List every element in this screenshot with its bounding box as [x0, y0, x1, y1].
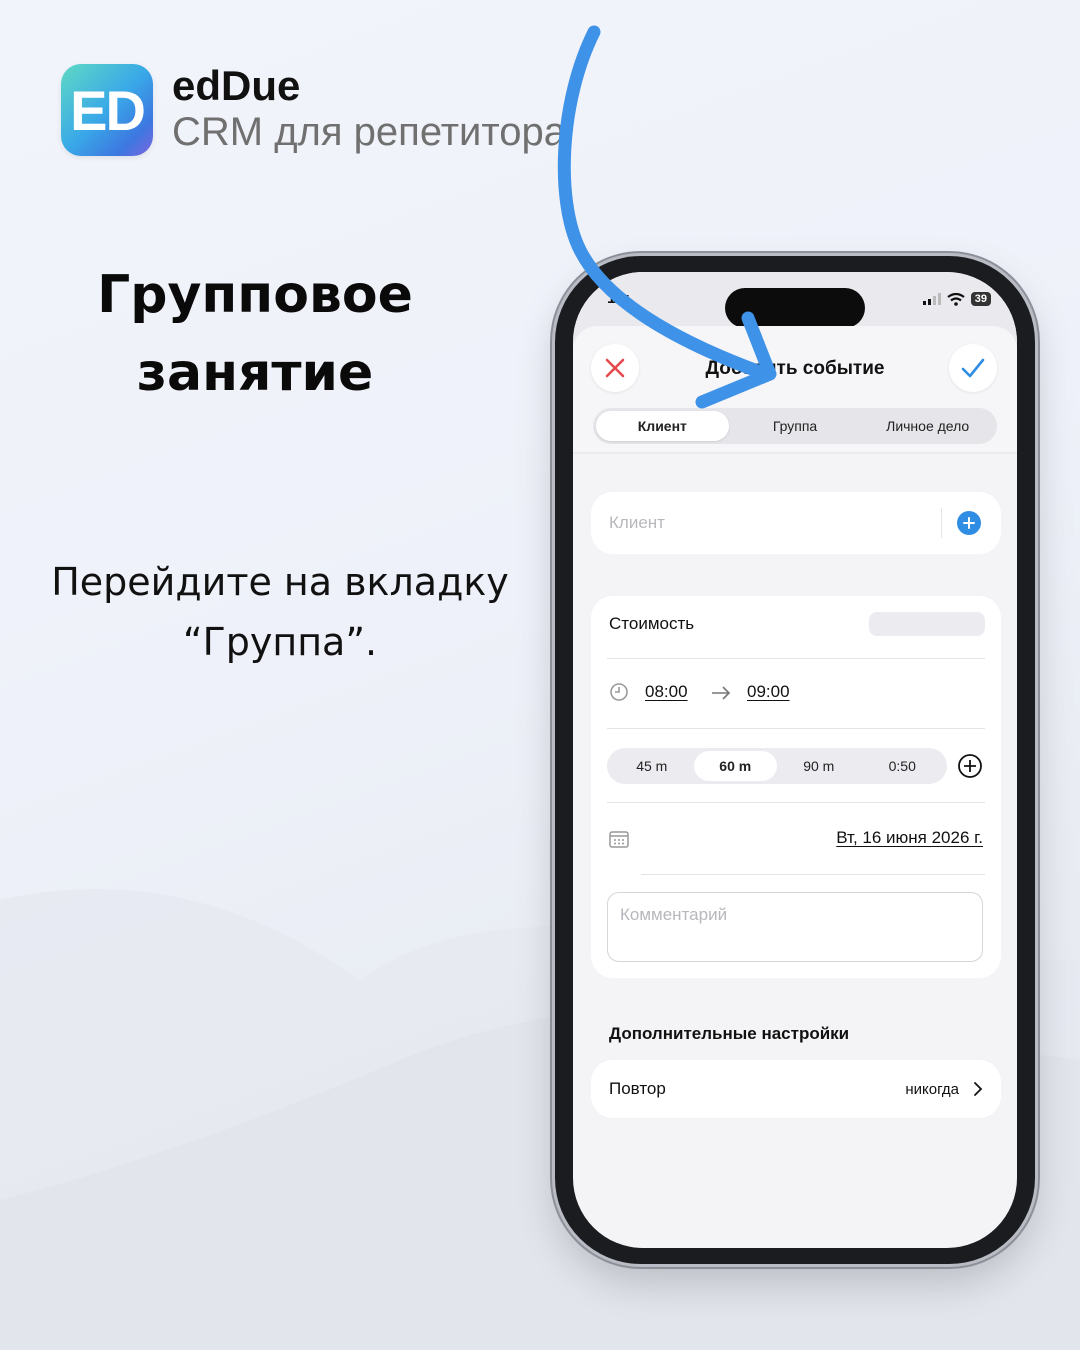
repeat-label: Повтор — [609, 1079, 666, 1098]
headline-line-2: занятие — [136, 343, 374, 403]
confirm-button[interactable] — [949, 344, 997, 392]
check-icon — [961, 358, 985, 378]
comment-field[interactable]: Комментарий — [607, 892, 983, 962]
headline: Групповое занятие — [60, 256, 450, 412]
details-card: Стоимость 08:00 09:00 45 m 60 m 90 m 0:5… — [591, 596, 1001, 978]
chevron-right-icon — [974, 1082, 983, 1096]
logo-text: ED — [70, 78, 146, 142]
add-client-button[interactable] — [957, 511, 981, 535]
brand-tagline: CRM для репетитора — [172, 110, 567, 154]
phone-volume-up — [550, 548, 554, 620]
client-card: Клиент — [591, 492, 1001, 554]
calendar-icon — [609, 831, 629, 848]
event-date[interactable]: Вт, 16 июня 2026 г. — [836, 828, 983, 848]
duration-custom[interactable]: 0:50 — [861, 751, 945, 781]
divider-2 — [607, 728, 985, 729]
event-type-tabs: Клиент Группа Личное дело — [593, 408, 997, 444]
close-icon — [605, 358, 625, 378]
plus-circle-icon — [963, 517, 975, 529]
status-time: 19: — [607, 290, 631, 307]
cost-label: Стоимость — [609, 614, 695, 633]
phone-power-button — [1036, 572, 1040, 686]
instruction-line-2: “Группа”. — [182, 620, 378, 664]
client-separator — [941, 508, 942, 538]
app-logo: ED — [61, 64, 153, 156]
duration-45[interactable]: 45 m — [610, 751, 694, 781]
divider-3 — [607, 802, 985, 803]
divider-4 — [641, 874, 985, 875]
repeat-value: никогда — [905, 1081, 959, 1098]
tab-client[interactable]: Клиент — [596, 411, 729, 441]
comment-placeholder: Комментарий — [620, 905, 728, 924]
clock-icon — [610, 683, 628, 701]
tab-group[interactable]: Группа — [729, 411, 862, 441]
client-input[interactable]: Клиент — [609, 513, 665, 533]
end-time[interactable]: 09:00 — [747, 682, 790, 702]
status-icons: 39 — [922, 292, 991, 306]
headline-line-1: Групповое — [97, 265, 413, 325]
instruction-text: Перейдите на вкладку “Группа”. — [30, 552, 530, 672]
brand-name: edDue — [172, 62, 301, 109]
repeat-row[interactable]: Повтор никогда — [591, 1060, 1001, 1118]
status-bar: 19: 39 — [573, 272, 1017, 328]
phone-volume-down — [550, 642, 554, 714]
battery-icon: 39 — [970, 292, 991, 306]
start-time[interactable]: 08:00 — [645, 682, 688, 702]
dynamic-island — [725, 288, 865, 328]
cost-input[interactable] — [869, 612, 985, 636]
signal-icon — [922, 293, 941, 305]
divider-1 — [607, 658, 985, 659]
extra-settings-title: Дополнительные настройки — [609, 1024, 850, 1043]
close-button[interactable] — [591, 344, 639, 392]
add-duration-icon[interactable] — [957, 753, 983, 779]
duration-90[interactable]: 90 m — [777, 751, 861, 781]
phone-frame: 19: 39 Добавить событие Клиент Группа Ли… — [555, 256, 1035, 1264]
tab-personal[interactable]: Личное дело — [861, 411, 994, 441]
duration-presets: 45 m 60 m 90 m 0:50 — [607, 748, 947, 784]
phone-screen: 19: 39 Добавить событие Клиент Группа Ли… — [573, 272, 1017, 1248]
phone-action-button — [550, 462, 554, 508]
wifi-icon — [947, 292, 965, 306]
arrow-right-icon — [712, 686, 731, 700]
sheet-title: Добавить событие — [705, 358, 885, 379]
duration-60[interactable]: 60 m — [693, 751, 777, 781]
instruction-line-1: Перейдите на вкладку — [51, 560, 509, 604]
